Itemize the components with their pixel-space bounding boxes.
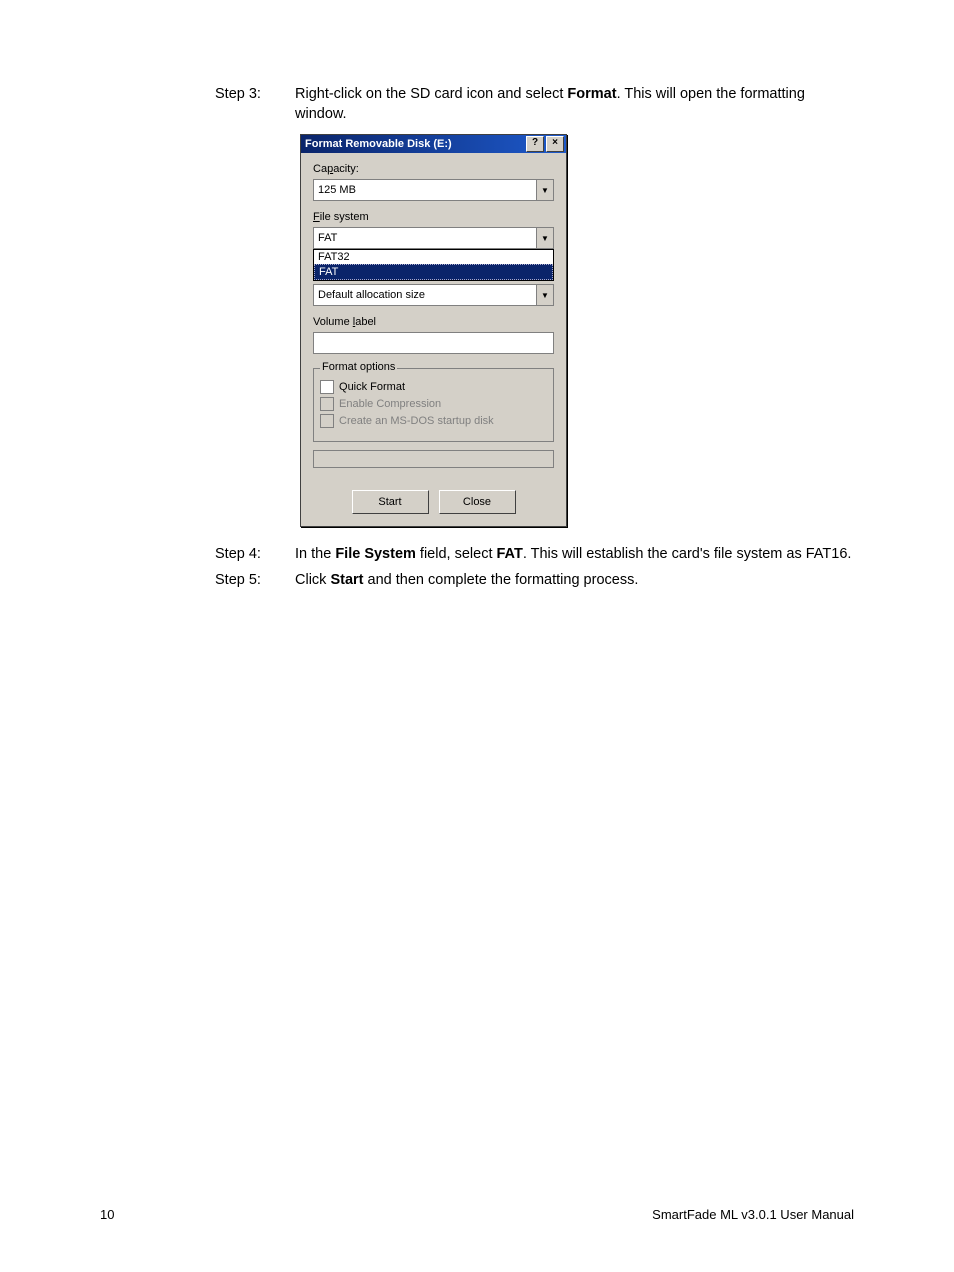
step-5-label: Step 5: bbox=[100, 571, 295, 591]
alloc-combo[interactable]: Default allocation size ▼ bbox=[313, 284, 554, 306]
msdos-row: Create an MS-DOS startup disk bbox=[320, 414, 547, 428]
progress-bar bbox=[313, 450, 554, 468]
format-options-group: Format options Quick Format Enable Compr… bbox=[313, 368, 554, 442]
alloc-value: Default allocation size bbox=[314, 289, 536, 301]
volume-label: Volume label bbox=[313, 316, 554, 328]
filesystem-label: File system bbox=[313, 211, 554, 223]
quick-format-row[interactable]: Quick Format bbox=[320, 380, 547, 394]
page-number: 10 bbox=[100, 1207, 114, 1222]
step-3-label: Step 3: bbox=[100, 85, 295, 124]
dialog-title: Format Removable Disk (E:) bbox=[305, 138, 524, 150]
step-3: Step 3: Right-click on the SD card icon … bbox=[100, 85, 854, 124]
capacity-dropdown-icon[interactable]: ▼ bbox=[536, 180, 553, 200]
filesystem-dropdown-icon[interactable]: ▼ bbox=[536, 228, 553, 248]
filesystem-open-list: FAT32 FAT bbox=[313, 249, 554, 281]
volume-input[interactable] bbox=[313, 332, 554, 354]
dialog-body: Capacity: 125 MB ▼ File system FAT ▼ FAT… bbox=[301, 153, 566, 526]
help-button[interactable]: ? bbox=[526, 136, 544, 152]
alloc-dropdown-icon[interactable]: ▼ bbox=[536, 285, 553, 305]
compression-row: Enable Compression bbox=[320, 397, 547, 411]
step-4: Step 4: In the File System field, select… bbox=[100, 545, 854, 565]
list-item-fat32[interactable]: FAT32 bbox=[314, 250, 553, 264]
step-5: Step 5: Click Start and then complete th… bbox=[100, 571, 854, 591]
list-item-fat[interactable]: FAT bbox=[314, 264, 553, 280]
step-4-text: In the File System field, select FAT. Th… bbox=[295, 545, 854, 565]
compression-checkbox bbox=[320, 397, 334, 411]
filesystem-combo[interactable]: FAT ▼ bbox=[313, 227, 554, 249]
capacity-label: Capacity: bbox=[313, 163, 554, 175]
filesystem-value: FAT bbox=[314, 232, 536, 244]
page-footer: 10 SmartFade ML v3.0.1 User Manual bbox=[100, 1207, 854, 1222]
manual-title: SmartFade ML v3.0.1 User Manual bbox=[652, 1207, 854, 1222]
step-5-text: Click Start and then complete the format… bbox=[295, 571, 854, 591]
format-options-legend: Format options bbox=[320, 361, 397, 373]
dialog-button-row: Start Close bbox=[313, 490, 554, 514]
close-icon[interactable]: × bbox=[546, 136, 564, 152]
quick-format-checkbox[interactable] bbox=[320, 380, 334, 394]
start-button[interactable]: Start bbox=[352, 490, 429, 514]
step-4-label: Step 4: bbox=[100, 545, 295, 565]
capacity-combo[interactable]: 125 MB ▼ bbox=[313, 179, 554, 201]
close-button[interactable]: Close bbox=[439, 490, 516, 514]
dialog-titlebar: Format Removable Disk (E:) ? × bbox=[301, 135, 566, 153]
capacity-value: 125 MB bbox=[314, 184, 536, 196]
format-dialog: Format Removable Disk (E:) ? × Capacity:… bbox=[300, 134, 567, 527]
msdos-checkbox bbox=[320, 414, 334, 428]
step-3-text: Right-click on the SD card icon and sele… bbox=[295, 85, 854, 124]
